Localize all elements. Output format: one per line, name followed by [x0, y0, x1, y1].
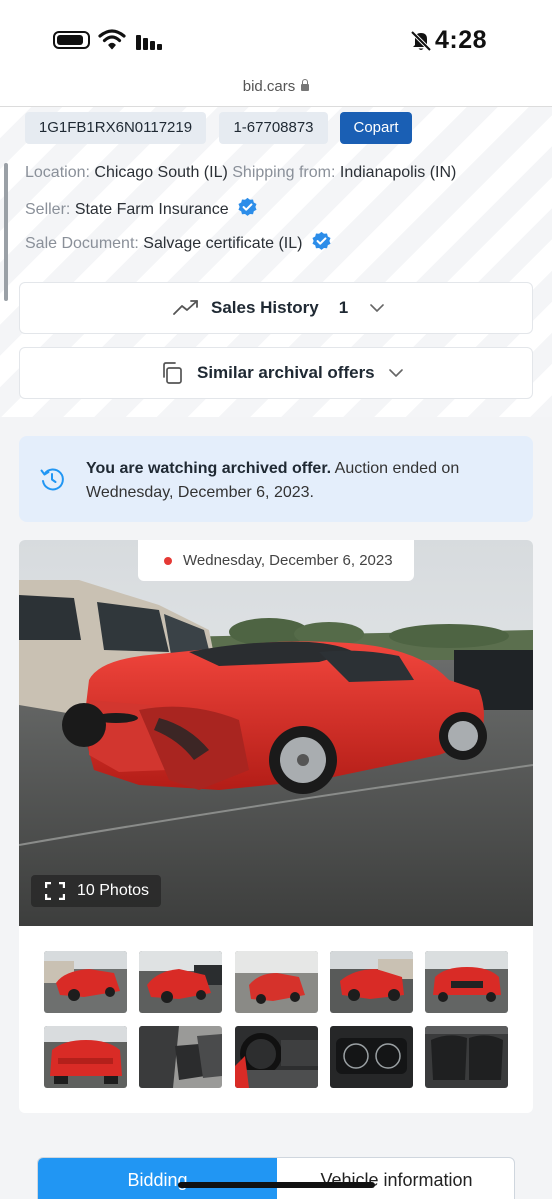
thumbnail-10[interactable]: [425, 1026, 508, 1088]
shipping-value: Indianapolis (IN): [339, 164, 457, 181]
vin-chip[interactable]: 1G1FB1RX6N0117219: [25, 112, 206, 144]
expand-icon: [45, 882, 65, 900]
location-row: Location: Chicago South (IL) Shipping fr…: [25, 163, 456, 183]
trend-icon: [173, 300, 198, 315]
verified-icon: [238, 197, 257, 216]
thumbnail-8[interactable]: [235, 1026, 318, 1088]
scrollbar[interactable]: [4, 163, 8, 301]
document-row: Sale Document: Salvage certificate (IL): [25, 231, 332, 254]
bell-muted-icon: [410, 30, 432, 52]
history-icon: [40, 468, 64, 491]
auction-date: Wednesday, December 6, 2023: [183, 552, 393, 569]
thumbnail-9[interactable]: [330, 1026, 413, 1088]
clock: 4:28: [435, 26, 488, 54]
url-text: bid.cars: [242, 78, 296, 95]
auction-badge[interactable]: Copart: [340, 112, 412, 144]
thumbnail-2[interactable]: [139, 951, 222, 1013]
tab-vehicle-information[interactable]: Vehicle information: [277, 1158, 514, 1199]
thumbnail-4[interactable]: [330, 951, 413, 1013]
similar-offers-label: Similar archival offers: [197, 363, 375, 382]
chevron-down-icon: [388, 368, 403, 377]
main-vehicle-photo[interactable]: [19, 540, 533, 926]
similar-offers-toggle[interactable]: Similar archival offers: [19, 347, 533, 399]
lock-icon: [301, 79, 310, 91]
thumbnail-3[interactable]: [235, 951, 318, 1013]
thumbnail-7[interactable]: [139, 1026, 222, 1088]
sales-history-label: Sales History: [211, 298, 319, 317]
home-indicator[interactable]: [178, 1182, 375, 1188]
sales-history-toggle[interactable]: Sales History 1: [19, 282, 533, 334]
shipping-label: Shipping from:: [232, 164, 336, 181]
fullscreen-photos-button[interactable]: 10 Photos: [31, 875, 161, 907]
document-value: Salvage certificate (IL): [143, 235, 303, 252]
notice-bold: You are watching archived offer.: [86, 460, 332, 477]
location-value: Chicago South (IL): [94, 164, 228, 181]
tab-bidding[interactable]: Bidding: [38, 1158, 277, 1199]
seller-value: State Farm Insurance: [74, 201, 229, 218]
document-label: Sale Document:: [25, 235, 139, 252]
seller-label: Seller:: [25, 201, 71, 218]
wifi-icon: [98, 29, 126, 50]
sales-history-count: 1: [338, 298, 349, 317]
verified-icon: [312, 231, 331, 250]
status-bar: 4:28: [0, 0, 552, 78]
seller-row: Seller: State Farm Insurance: [25, 197, 258, 220]
auction-date-pill: Wednesday, December 6, 2023: [138, 540, 414, 581]
thumbnail-6[interactable]: [44, 1026, 127, 1088]
chevron-down-icon: [370, 303, 385, 312]
url-bar[interactable]: bid.cars: [0, 78, 552, 106]
thumbnail-1[interactable]: [44, 951, 127, 1013]
location-label: Location:: [25, 164, 90, 181]
lot-chip[interactable]: 1-67708873: [219, 112, 328, 144]
battery-icon: [53, 31, 90, 49]
signal-icon: [136, 34, 162, 50]
copy-icon: [163, 362, 182, 384]
thumbnail-5[interactable]: [425, 951, 508, 1013]
info-tabs: Bidding Vehicle information: [37, 1157, 515, 1199]
archived-notice: You are watching archived offer. Auction…: [19, 436, 533, 522]
photos-count: 10 Photos: [77, 882, 150, 899]
